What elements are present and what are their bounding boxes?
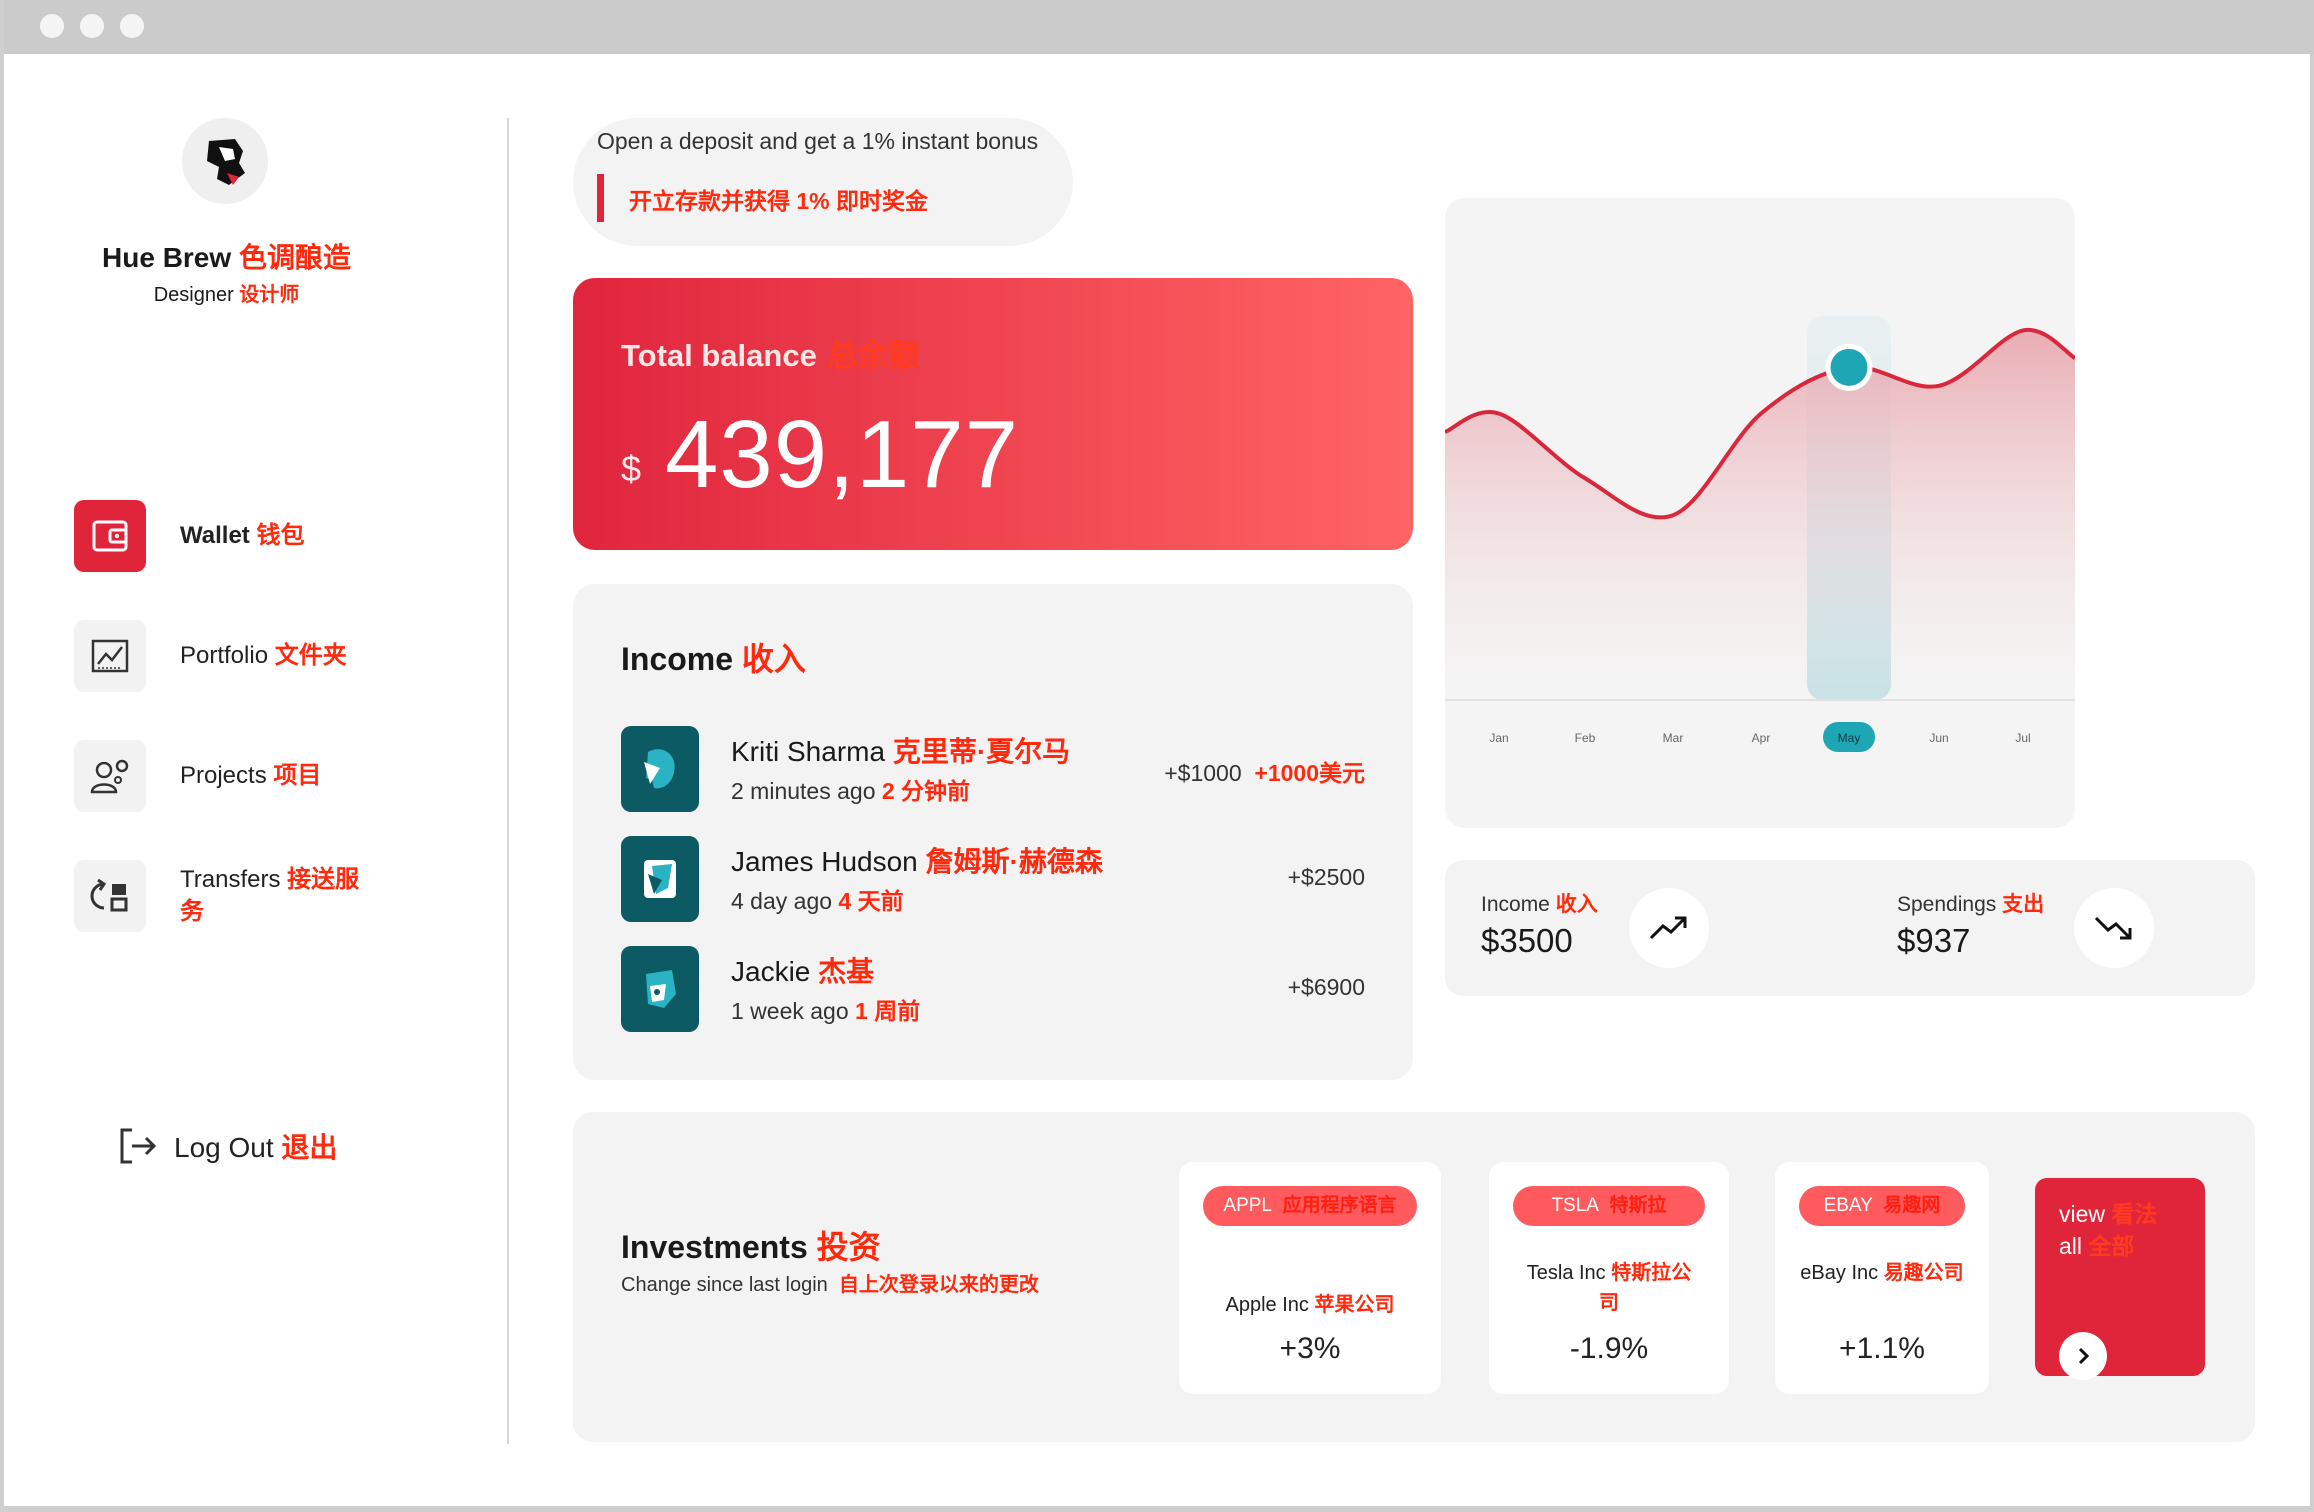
income-transaction[interactable]: Kriti Sharma 克里蒂·夏尔马 2 minutes ago 2 分钟前… xyxy=(621,726,1365,814)
transaction-time: 2 minutes ago 2 分钟前 xyxy=(731,778,971,804)
maximize-window-dot[interactable] xyxy=(120,14,144,38)
x-tick-label[interactable]: May xyxy=(1838,731,1861,745)
sidebar-item-portfolio[interactable]: Portfolio 文件夹 xyxy=(74,620,404,692)
stock-name: Tesla Inc 特斯拉公司 xyxy=(1526,1262,1692,1314)
income-spendings-summary: Income 收入 $3500 Spendings 支出 $937 xyxy=(1445,860,2255,996)
stock-ticker-badge: EBAY 易趣网 xyxy=(1799,1186,1965,1226)
income-title: Income 收入 xyxy=(621,641,806,677)
promo-text: Open a deposit and get a 1% instant bonu… xyxy=(597,128,1039,154)
chart-icon xyxy=(74,620,146,692)
title-bar xyxy=(4,0,2314,54)
user-gear-icon xyxy=(74,740,146,812)
stock-ticker-badge: APPL 应用程序语言 xyxy=(1203,1186,1417,1226)
chart-area-fill xyxy=(1445,329,2075,700)
avatar xyxy=(621,726,699,812)
avatar xyxy=(621,946,699,1032)
sidebar-item-label: Projects 项目 xyxy=(180,762,322,789)
income-card: Income 收入 Kriti Sharma 克里蒂·夏尔马 2 minutes… xyxy=(573,584,1413,1080)
avatar xyxy=(621,836,699,922)
income-chart-card: Jan Feb Mar Apr May Jun Jul xyxy=(1445,198,2075,828)
spendings-stat-value: $937 xyxy=(1897,922,1971,959)
spendings-stat-label: Spendings 支出 xyxy=(1897,893,2045,916)
investments-title: Investments 投资 xyxy=(621,1229,881,1265)
income-area-chart[interactable]: Jan Feb Mar Apr May Jun Jul xyxy=(1445,198,2075,828)
transaction-time: 4 day ago 4 天前 xyxy=(731,888,904,914)
logout-button[interactable]: Log Out 退出 xyxy=(116,1124,337,1168)
stock-card-appl[interactable]: APPL 应用程序语言 Apple Inc 苹果公司 +3% xyxy=(1179,1162,1441,1394)
total-balance-card: Total balance 总余额 $ 439,177 xyxy=(573,278,1413,550)
transaction-amount: +$6900 xyxy=(1287,974,1365,1000)
stock-card-ebay[interactable]: EBAY 易趣网 eBay Inc 易趣公司 +1.1% xyxy=(1775,1162,1989,1394)
trending-down-icon[interactable] xyxy=(2074,888,2154,968)
close-window-dot[interactable] xyxy=(40,14,64,38)
stock-name: Apple Inc 苹果公司 xyxy=(1225,1294,1395,1316)
balance-title: Total balance 总余额 xyxy=(621,338,920,373)
wallet-icon xyxy=(74,500,146,572)
transaction-name: James Hudson 詹姆斯·赫德森 xyxy=(731,846,1103,877)
stock-change: +3% xyxy=(1279,1332,1341,1365)
sidebar-item-projects[interactable]: Projects 项目 xyxy=(74,740,404,812)
app-window: Hue Brew 色调酿造 Designer 设计师 Wallet 钱包 Por… xyxy=(0,0,2314,1512)
transaction-time: 1 week ago 1 周前 xyxy=(731,998,921,1024)
stock-card-tsla[interactable]: TSLA 特斯拉 Tesla Inc 特斯拉公司 -1.9% xyxy=(1489,1162,1729,1394)
x-tick-label[interactable]: Feb xyxy=(1575,731,1596,745)
sidebar-item-wallet[interactable]: Wallet 钱包 xyxy=(74,500,404,572)
transaction-name: Jackie 杰基 xyxy=(731,956,875,987)
x-tick-label[interactable]: Jun xyxy=(1929,731,1948,745)
transaction-amount: +$2500 xyxy=(1287,864,1365,890)
sidebar-item-label: Wallet 钱包 xyxy=(180,522,305,549)
income-transaction[interactable]: James Hudson 詹姆斯·赫德森 4 day ago 4 天前 +$25… xyxy=(621,836,1365,924)
stock-change: +1.1% xyxy=(1839,1332,1925,1365)
balance-amount: 439,177 xyxy=(665,401,1020,508)
minimize-window-dot[interactable] xyxy=(80,14,104,38)
promo-text-zh: 开立存款并获得 1% 即时奖金 xyxy=(629,188,929,214)
investments-subtitle: Change since last login 自上次登录以来的更改 xyxy=(621,1274,1039,1296)
transaction-amount: +$1000 +1000美元 xyxy=(1164,760,1365,786)
sidebar-item-label: Transfers 接送服务 xyxy=(180,866,360,925)
chevron-right-icon[interactable] xyxy=(2059,1332,2107,1380)
x-tick-label[interactable]: Jan xyxy=(1489,731,1508,745)
income-stat-label: Income 收入 xyxy=(1481,893,1598,916)
avatar[interactable] xyxy=(182,118,268,204)
stock-change: -1.9% xyxy=(1569,1332,1649,1365)
stock-ticker-badge: TSLA 特斯拉 xyxy=(1513,1186,1705,1226)
profile-role: Designer 设计师 xyxy=(153,284,300,306)
sidebar-divider xyxy=(507,118,509,1444)
x-tick-label[interactable]: Jul xyxy=(2015,731,2030,745)
stock-name: eBay Inc 易趣公司 xyxy=(1800,1262,1964,1284)
transaction-name: Kriti Sharma 克里蒂·夏尔马 xyxy=(731,736,1071,767)
sidebar-item-transfers[interactable]: Transfers 接送服务 xyxy=(74,860,404,932)
investments-card: Investments 投资 Change since last login 自… xyxy=(573,1112,2255,1442)
balance-currency: $ xyxy=(621,448,642,489)
x-tick-label[interactable]: Mar xyxy=(1663,731,1684,745)
avatar-figure-icon xyxy=(207,139,245,185)
sidebar-item-label: Portfolio 文件夹 xyxy=(180,642,347,669)
x-tick-label[interactable]: Apr xyxy=(1752,731,1771,745)
trending-up-icon[interactable] xyxy=(1629,888,1709,968)
promo-banner[interactable]: Open a deposit and get a 1% instant bonu… xyxy=(573,118,1073,246)
income-transaction[interactable]: Jackie 杰基 1 week ago 1 周前 +$6900 xyxy=(621,946,1365,1034)
income-stat-value: $3500 xyxy=(1481,922,1573,959)
logout-label: Log Out 退出 xyxy=(174,1132,338,1163)
profile-name: Hue Brew 色调酿造 xyxy=(102,242,351,273)
view-all-label: view 看法 all 全部 xyxy=(2059,1201,2158,1259)
promo-accent-bar xyxy=(597,174,604,222)
chart-point-highlighted[interactable] xyxy=(1825,343,1873,391)
logout-icon xyxy=(120,1128,157,1164)
transfer-icon xyxy=(74,860,146,932)
view-all-button[interactable]: view 看法 all 全部 xyxy=(2035,1178,2205,1380)
